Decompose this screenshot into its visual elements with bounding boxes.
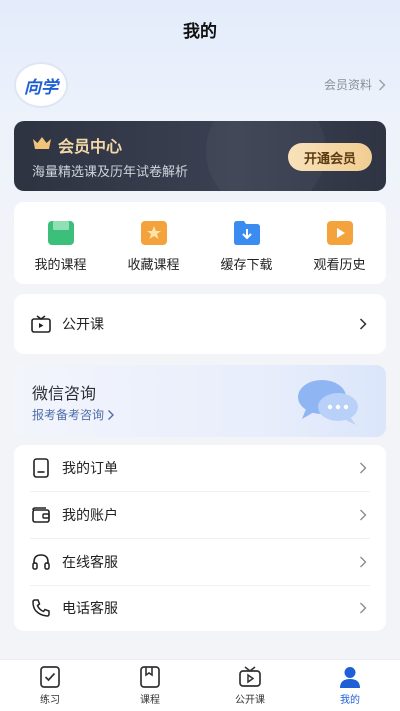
headset-icon (32, 554, 50, 570)
chevron-right-icon (359, 318, 367, 330)
tab-label: 我的 (340, 695, 360, 706)
my-course-icon (47, 221, 74, 245)
open-course-row[interactable]: 公开课 (30, 301, 370, 347)
tab-course[interactable]: 课程 (100, 660, 200, 711)
member-info-link[interactable]: 会员资料 (324, 76, 386, 93)
open-membership-button[interactable]: 开通会员 (288, 143, 372, 171)
course-icon (140, 666, 160, 688)
profile-icon (340, 667, 360, 688)
download-cache-icon (233, 221, 260, 245)
menu-item-my-orders[interactable]: 我的订单 (30, 445, 370, 491)
open-course-icon (239, 666, 261, 687)
tab-practice[interactable]: 练习 (0, 660, 100, 711)
chevron-right-icon (379, 79, 386, 90)
quick-link-favorite-course[interactable]: 收藏课程 (111, 220, 197, 273)
wallet-icon (32, 507, 50, 523)
crown-icon (33, 137, 51, 149)
order-icon (33, 458, 49, 478)
menu-item-label: 我的订单 (62, 461, 118, 477)
vip-title: 会员中心 (58, 137, 123, 156)
chat-bubbles-icon (298, 380, 358, 425)
wechat-subtitle-link[interactable]: 报考备考咨询 (32, 406, 115, 423)
chevron-right-icon (108, 409, 115, 420)
quick-links-card: 我的课程 收藏课程 缓存下载 观看历史 (14, 202, 386, 284)
wechat-title: 微信咨询 (32, 384, 97, 403)
phone-icon (32, 599, 50, 617)
tv-icon (31, 315, 51, 333)
open-course-label: 公开课 (62, 317, 104, 333)
watch-history-icon (326, 221, 353, 245)
tab-open-course[interactable]: 公开课 (200, 660, 300, 711)
open-course-card: 公开课 (14, 294, 386, 354)
chevron-right-icon (360, 602, 367, 614)
wechat-consult-card[interactable]: 微信咨询 报考备考咨询 (14, 365, 386, 437)
menu-item-label: 在线客服 (62, 555, 118, 571)
favorite-course-icon (140, 221, 167, 245)
menu-item-phone-service[interactable]: 电话客服 (30, 585, 370, 631)
practice-icon (40, 666, 60, 688)
menu-card: 我的订单 我的账户 在线客服 电话客服 (14, 445, 386, 631)
tab-label: 练习 (40, 695, 60, 706)
page-title: 我的 (183, 21, 217, 42)
vip-center-card[interactable]: 会员中心 海量精选课及历年试卷解析 开通会员 (14, 121, 386, 191)
avatar-logo-text: 向学 (24, 77, 58, 98)
profile-section: 向学 会员资料 (14, 62, 386, 108)
quick-link-my-course[interactable]: 我的课程 (18, 220, 104, 273)
menu-item-label: 我的账户 (62, 508, 118, 524)
chevron-right-icon (360, 462, 367, 474)
tab-label: 公开课 (235, 695, 265, 706)
menu-item-label: 电话客服 (62, 601, 118, 617)
quick-link-download-cache[interactable]: 缓存下载 (204, 220, 290, 273)
tab-profile[interactable]: 我的 (300, 660, 400, 711)
chevron-right-icon (360, 556, 367, 568)
menu-item-my-account[interactable]: 我的账户 (30, 492, 370, 538)
chevron-right-icon (360, 509, 367, 521)
quick-link-label: 我的课程 (34, 258, 87, 273)
page-header: 我的 (0, 0, 400, 58)
avatar[interactable]: 向学 (14, 62, 68, 108)
menu-item-online-service[interactable]: 在线客服 (30, 539, 370, 585)
bottom-tab-bar: 练习 课程 公开课 我的 (0, 659, 400, 711)
quick-link-label: 观看历史 (313, 258, 366, 273)
wechat-subtitle: 报考备考咨询 (32, 408, 105, 422)
member-info-label: 会员资料 (323, 78, 372, 92)
quick-link-watch-history[interactable]: 观看历史 (297, 220, 383, 273)
vip-subtitle: 海量精选课及历年试卷解析 (32, 165, 189, 180)
quick-link-label: 缓存下载 (220, 258, 273, 273)
tab-label: 课程 (140, 695, 160, 706)
quick-link-label: 收藏课程 (127, 258, 180, 273)
